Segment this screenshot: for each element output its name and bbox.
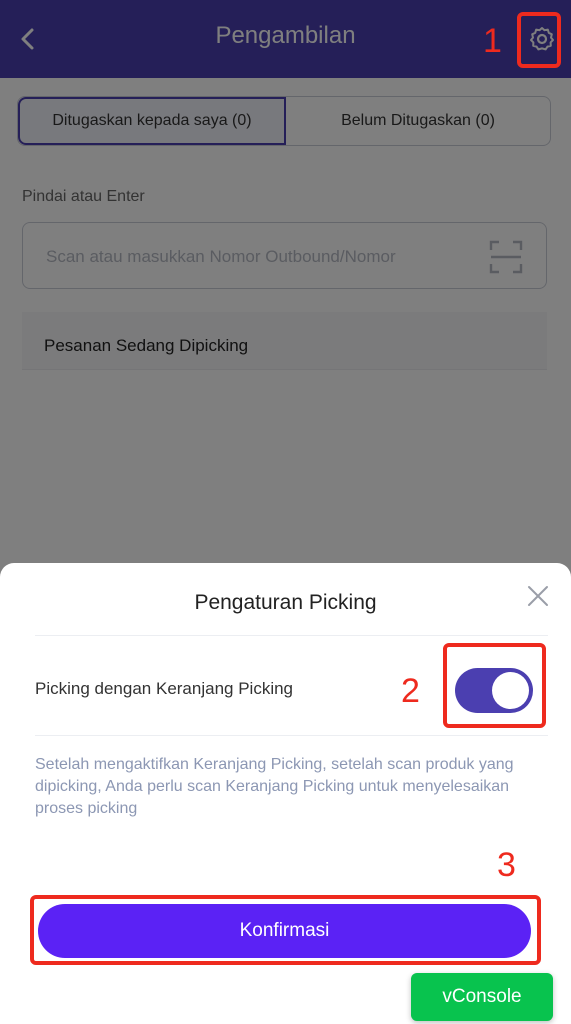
close-icon <box>528 586 548 606</box>
sheet-title: Pengaturan Picking <box>194 591 377 614</box>
toggle-label: Picking dengan Keranjang Picking <box>35 679 294 698</box>
vconsole-button[interactable]: vConsole <box>411 973 553 1021</box>
toggle-description: Setelah mengaktifkan Keranjang Picking, … <box>35 756 514 817</box>
annotation-box-3 <box>30 895 541 965</box>
divider <box>35 735 548 736</box>
annotation-number-2: 2 <box>401 672 420 710</box>
annotation-number-1: 1 <box>483 22 502 60</box>
close-button[interactable] <box>525 583 551 609</box>
annotation-box-1 <box>517 12 561 68</box>
annotation-box-2 <box>443 643 546 728</box>
annotation-number-3: 3 <box>497 846 516 884</box>
divider <box>35 635 548 636</box>
